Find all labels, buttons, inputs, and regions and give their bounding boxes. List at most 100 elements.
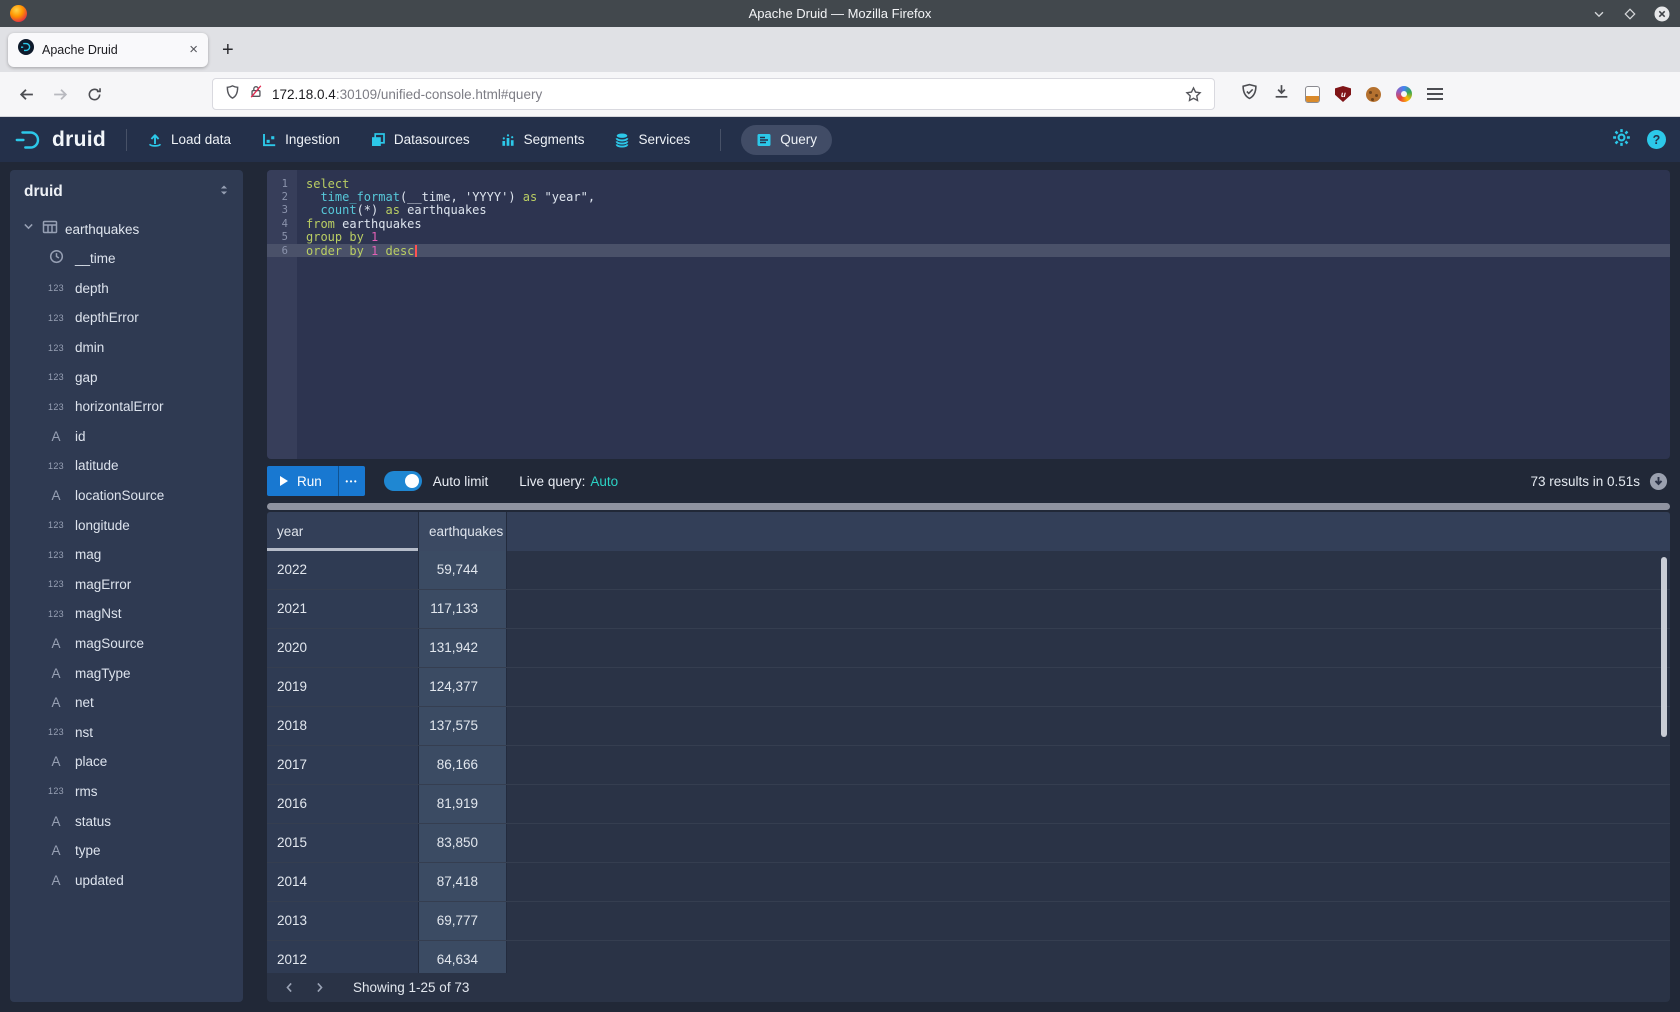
cell-earthquakes[interactable]: 131,942 — [419, 629, 507, 667]
column-item-longitude[interactable]: 123longitude — [10, 510, 243, 540]
insecure-lock-icon[interactable] — [249, 84, 263, 104]
nav-item-ingestion[interactable]: Ingestion — [261, 132, 340, 148]
results-info: 73 results in 0.51s — [1530, 474, 1640, 489]
protections-shield-icon[interactable] — [1241, 83, 1258, 105]
results-header: year earthquakes — [267, 512, 1670, 551]
cell-year[interactable]: 2013 — [267, 902, 419, 940]
shield-icon[interactable] — [225, 84, 240, 105]
cell-year[interactable]: 2016 — [267, 785, 419, 823]
menu-icon[interactable] — [1427, 88, 1443, 90]
gear-icon[interactable] — [1612, 128, 1631, 152]
cell-year[interactable]: 2019 — [267, 668, 419, 706]
url-text: 172.18.0.4:30109/unified-console.html#qu… — [272, 87, 542, 102]
cell-earthquakes[interactable]: 81,919 — [419, 785, 507, 823]
column-item-mag[interactable]: 123mag — [10, 540, 243, 570]
column-item-depth[interactable]: 123depth — [10, 274, 243, 304]
tab-query[interactable]: Query — [741, 125, 832, 155]
column-item-latitude[interactable]: 123latitude — [10, 451, 243, 481]
nav-item-segments[interactable]: Segments — [500, 132, 585, 148]
sql-editor[interactable]: 1select2 time_format(__time, 'YYYY') as … — [267, 170, 1670, 459]
horizontal-scrollbar[interactable] — [267, 503, 1670, 510]
close-icon[interactable] — [1654, 6, 1670, 22]
column-item-rms[interactable]: 123rms — [10, 777, 243, 807]
cell-year[interactable]: 2017 — [267, 746, 419, 784]
number-type-icon: 123 — [46, 402, 66, 412]
column-item-place[interactable]: Aplace — [10, 747, 243, 777]
window-titlebar: Apache Druid — Mozilla Firefox — [0, 0, 1680, 27]
string-type-icon: A — [46, 814, 66, 829]
minimize-icon[interactable] — [1592, 7, 1606, 21]
bookmark-star-icon[interactable] — [1185, 86, 1202, 103]
double-caret-icon[interactable] — [217, 183, 231, 202]
download-results-icon[interactable] — [1649, 472, 1668, 491]
cell-earthquakes[interactable]: 86,166 — [419, 746, 507, 784]
header-earthquakes[interactable]: earthquakes — [419, 512, 507, 551]
cell-earthquakes[interactable]: 124,377 — [419, 668, 507, 706]
column-item-updated[interactable]: Aupdated — [10, 865, 243, 895]
cell-year[interactable]: 2022 — [267, 551, 419, 589]
sidebar-item-earthquakes[interactable]: earthquakes — [10, 214, 243, 244]
cell-year[interactable]: 2021 — [267, 590, 419, 628]
header-year[interactable]: year — [267, 512, 419, 551]
auto-limit-toggle[interactable] — [384, 471, 422, 491]
ublock-extension-icon[interactable]: u — [1335, 86, 1351, 102]
column-item-magerror[interactable]: 123magError — [10, 570, 243, 600]
cell-year[interactable]: 2015 — [267, 824, 419, 862]
cell-year[interactable]: 2020 — [267, 629, 419, 667]
toggle-knob — [405, 474, 419, 488]
extension-jar-icon[interactable] — [1305, 86, 1320, 103]
tab-close-icon[interactable]: × — [189, 42, 198, 57]
divider — [126, 129, 127, 151]
downloads-icon[interactable] — [1273, 83, 1290, 105]
cell-earthquakes[interactable]: 117,133 — [419, 590, 507, 628]
cell-year[interactable]: 2012 — [267, 941, 419, 973]
schema-selector[interactable]: druid — [10, 170, 243, 214]
cookie-extension-icon[interactable] — [1366, 87, 1381, 102]
cell-year[interactable]: 2018 — [267, 707, 419, 745]
column-item-dmin[interactable]: 123dmin — [10, 333, 243, 363]
vertical-scrollbar[interactable] — [1661, 557, 1667, 737]
line-number: 5 — [267, 231, 297, 243]
chevron-down-icon[interactable] — [22, 220, 35, 238]
new-tab-button[interactable]: + — [222, 40, 234, 60]
column-item-deptherror[interactable]: 123depthError — [10, 303, 243, 333]
column-item-nst[interactable]: 123nst — [10, 718, 243, 748]
editor-lines: 1select2 time_format(__time, 'YYYY') as … — [267, 170, 1670, 257]
next-page-icon[interactable] — [311, 981, 327, 994]
column-item-net[interactable]: Anet — [10, 688, 243, 718]
column-item-locationsource[interactable]: AlocationSource — [10, 481, 243, 511]
cell-year[interactable]: 2014 — [267, 863, 419, 901]
column-item-horizontalerror[interactable]: 123horizontalError — [10, 392, 243, 422]
cell-earthquakes[interactable]: 83,850 — [419, 824, 507, 862]
column-item-magnst[interactable]: 123magNst — [10, 599, 243, 629]
druid-logo[interactable]: druid — [14, 128, 106, 152]
column-item-magtype[interactable]: AmagType — [10, 658, 243, 688]
nav-item-services[interactable]: Services — [614, 132, 690, 148]
column-item--time[interactable]: __time — [10, 244, 243, 274]
reload-icon[interactable] — [80, 80, 108, 108]
ingestion-icon — [261, 132, 277, 148]
forward-icon[interactable] — [46, 80, 74, 108]
cell-earthquakes[interactable]: 87,418 — [419, 863, 507, 901]
cell-earthquakes[interactable]: 64,634 — [419, 941, 507, 973]
cell-earthquakes[interactable]: 59,744 — [419, 551, 507, 589]
help-icon[interactable]: ? — [1647, 130, 1666, 149]
column-item-magsource[interactable]: AmagSource — [10, 629, 243, 659]
column-item-id[interactable]: Aid — [10, 422, 243, 452]
cell-earthquakes[interactable]: 137,575 — [419, 707, 507, 745]
column-item-gap[interactable]: 123gap — [10, 362, 243, 392]
prev-page-icon[interactable] — [281, 981, 297, 994]
pinwheel-extension-icon[interactable] — [1396, 86, 1412, 102]
nav-item-datasources[interactable]: Datasources — [370, 132, 470, 148]
maximize-icon[interactable] — [1623, 7, 1637, 21]
run-button[interactable]: Run — [267, 466, 338, 496]
back-icon[interactable] — [12, 80, 40, 108]
column-item-type[interactable]: Atype — [10, 836, 243, 866]
live-query-value[interactable]: Auto — [590, 474, 618, 489]
browser-tab[interactable]: Apache Druid × — [8, 33, 208, 67]
run-more-button[interactable]: ••• — [338, 466, 365, 496]
cell-earthquakes[interactable]: 69,777 — [419, 902, 507, 940]
column-item-status[interactable]: Astatus — [10, 806, 243, 836]
nav-item-load-data[interactable]: Load data — [147, 132, 231, 148]
address-bar[interactable]: 172.18.0.4:30109/unified-console.html#qu… — [212, 78, 1215, 110]
